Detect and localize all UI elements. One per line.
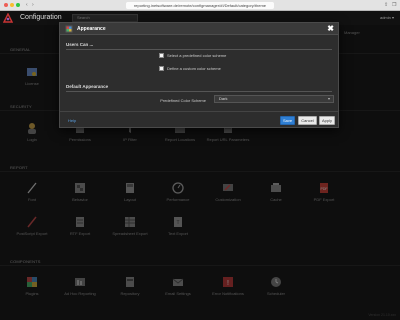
user-menu[interactable]: admin ▾ <box>380 14 394 22</box>
back-icon[interactable]: ‹ <box>26 2 28 9</box>
dialog-title: Appearance <box>77 26 106 32</box>
help-link[interactable]: Help <box>68 118 76 123</box>
browser-toolbar: ‹ › reporting.inetsoftware.de/remote/con… <box>0 0 400 11</box>
close-window-button[interactable] <box>4 3 8 7</box>
share-icon[interactable]: ⇪ <box>384 2 388 9</box>
minimize-window-button[interactable] <box>10 3 14 7</box>
appearance-icon <box>65 25 73 33</box>
predefined-scheme-label: Select a predefined color scheme <box>167 53 227 58</box>
default-appearance-heading: Default Appearance <box>66 84 109 89</box>
users-can-heading: Users Can ... <box>66 42 94 47</box>
zoom-window-button[interactable] <box>16 3 20 7</box>
tabs-icon[interactable]: ❐ <box>392 2 396 9</box>
predefined-scheme-checkbox[interactable] <box>159 53 164 58</box>
chevron-down-icon: ▾ <box>327 96 330 101</box>
app-title: Configuration <box>20 14 62 21</box>
save-button[interactable]: Save <box>280 116 295 125</box>
cancel-button[interactable]: Cancel <box>298 116 317 125</box>
dialog-footer-divider <box>60 111 338 112</box>
address-bar[interactable]: reporting.inetsoftware.de/remote/configm… <box>126 2 274 9</box>
dialog-header: Appearance ✖ <box>60 23 338 35</box>
close-icon[interactable]: ✖ <box>327 24 334 34</box>
color-scheme-value: Dark <box>219 96 228 101</box>
custom-scheme-label: Define a custom color scheme <box>167 66 221 71</box>
color-scheme-select[interactable]: Dark ▾ <box>214 95 334 103</box>
apply-button[interactable]: Apply <box>319 116 335 125</box>
search-input[interactable]: Search <box>72 14 138 22</box>
color-scheme-label: Predefined Color Scheme <box>160 98 206 103</box>
appearance-dialog: Appearance ✖ Users Can ... Select a pred… <box>59 22 339 128</box>
inet-logo-icon <box>3 13 13 23</box>
divider <box>66 91 332 92</box>
forward-icon[interactable]: › <box>32 2 34 9</box>
divider <box>66 49 332 50</box>
custom-scheme-checkbox[interactable] <box>159 66 164 71</box>
